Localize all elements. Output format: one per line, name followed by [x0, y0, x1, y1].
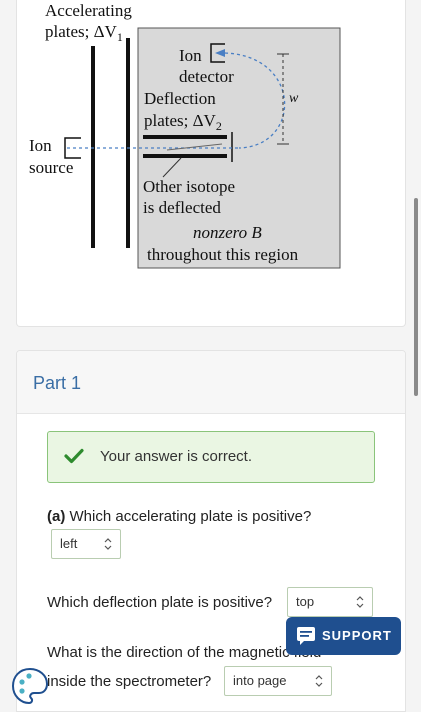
support-label: SUPPORT	[322, 628, 392, 643]
question-a-text: Which accelerating plate is positive?	[65, 508, 312, 525]
select-arrows-icon	[356, 596, 364, 608]
ion-source-label: Ion	[29, 136, 52, 155]
accelerating-plate-select[interactable]: left	[51, 529, 121, 559]
checkmark-icon	[64, 448, 84, 464]
question-b: Which deflection plate is positive?	[47, 594, 273, 611]
deflection-label-2: plates; ΔV2	[144, 111, 222, 133]
deflection-label: Deflection	[144, 89, 216, 108]
figure-card: Accelerating plates; ΔV1 Ion detector De…	[16, 0, 406, 327]
deflection-plate-select[interactable]: top	[287, 587, 373, 617]
part-header: Part 1	[17, 351, 405, 414]
chat-icon	[297, 627, 315, 645]
mass-spectrometer-diagram: Accelerating plates; ΔV1 Ion detector De…	[29, 1, 341, 269]
question-a: (a) Which accelerating plate is positive…	[47, 507, 311, 527]
accelerating-plate-value: left	[60, 536, 78, 551]
accelerating-label: Accelerating	[45, 1, 132, 20]
ion-source-label-2: source	[29, 158, 73, 177]
question-a-prefix: (a)	[47, 508, 66, 525]
select-arrows-icon	[315, 675, 323, 687]
part-title: Part 1	[33, 373, 82, 393]
magnetic-field-select[interactable]: into page	[224, 666, 332, 696]
isotope-label: Other isotope	[143, 177, 235, 196]
magnetic-field-value: into page	[233, 673, 287, 688]
question-c-line1: What is the direction of the magnetic fi…	[47, 644, 322, 661]
deflection-plate-value: top	[296, 594, 315, 609]
support-button[interactable]: SUPPORT	[286, 617, 401, 655]
ion-detector-label-2: detector	[179, 67, 234, 86]
correct-message: Your answer is correct.	[100, 448, 253, 465]
isotope-label-2: is deflected	[143, 198, 221, 217]
field-label-2: throughout this region	[147, 245, 299, 264]
part-card: Part 1 Your answer is correct. (a) Which…	[16, 350, 406, 712]
question-c-line2: inside the spectrometer?	[47, 673, 212, 690]
select-arrows-icon	[104, 538, 112, 550]
ion-detector-label: Ion	[179, 46, 202, 65]
scrollbar[interactable]	[414, 198, 418, 396]
w-label: w	[289, 91, 299, 106]
palette-icon[interactable]	[10, 666, 50, 706]
field-label: nonzero B	[193, 223, 262, 242]
correct-answer-banner: Your answer is correct.	[47, 431, 375, 483]
accelerating-label-2: plates; ΔV1	[45, 22, 123, 44]
